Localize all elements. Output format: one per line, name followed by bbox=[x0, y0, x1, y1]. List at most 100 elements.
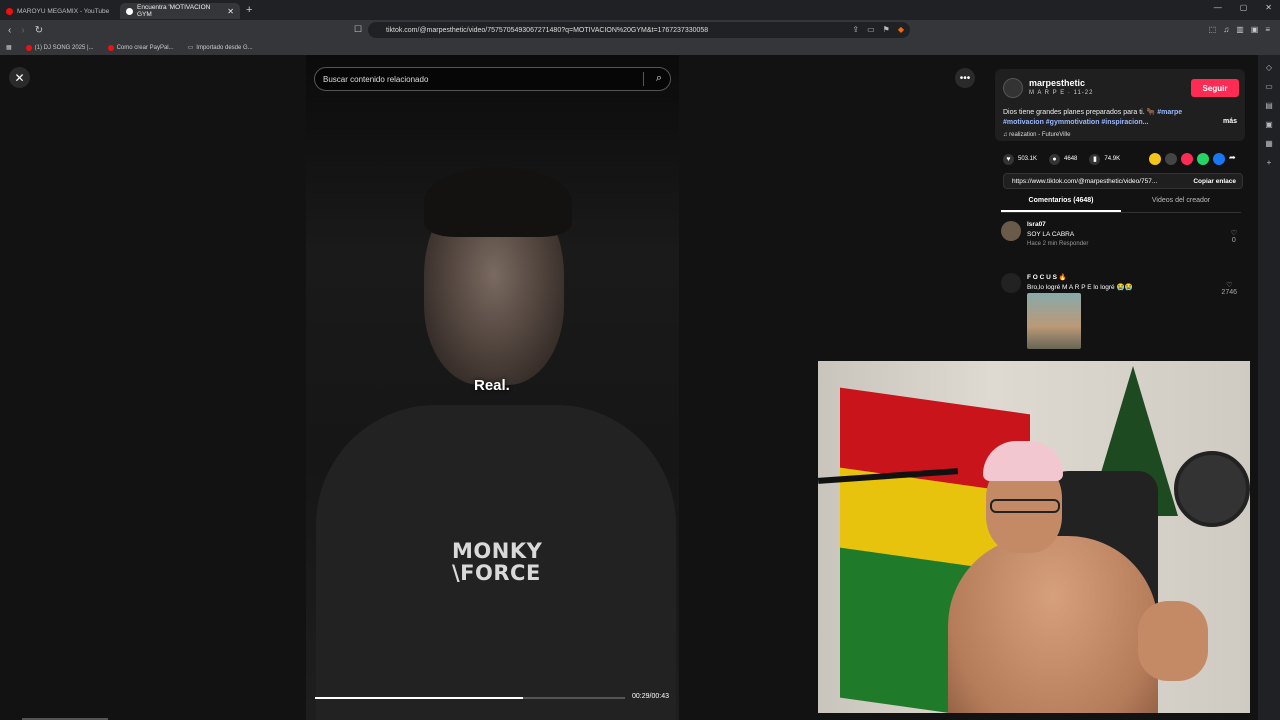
music-row[interactable]: ♫ realization - FutureVille bbox=[1003, 132, 1070, 138]
close-tab-icon[interactable]: ✕ bbox=[227, 7, 234, 16]
video-link-text: https://www.tiktok.com/@marpesthetic/vid… bbox=[1012, 177, 1158, 185]
comment-like-count: 0 bbox=[1231, 237, 1236, 244]
tab-label: MAROYU MEGAMIX - YouTube bbox=[17, 7, 110, 15]
whatsapp-icon[interactable] bbox=[1197, 153, 1209, 165]
likes-count: 503.1K bbox=[1018, 156, 1038, 162]
tab-label: Encuentra 'MOTIVACION GYM bbox=[137, 4, 211, 18]
translate-icon[interactable]: ⚑ bbox=[883, 25, 890, 34]
follow-button[interactable]: Seguir bbox=[1191, 79, 1239, 97]
close-window-button[interactable]: ✕ bbox=[1265, 3, 1272, 12]
avatar[interactable] bbox=[1001, 221, 1021, 241]
sidebar-icon[interactable]: ▤ bbox=[1265, 101, 1273, 110]
sidebar-icon[interactable]: ▣ bbox=[1265, 120, 1273, 129]
more-options-button[interactable]: ••• bbox=[955, 68, 975, 88]
comment-text: Bro,lo logré M A R P E lo logré 😭😭 bbox=[1027, 284, 1133, 291]
cast-icon[interactable]: ▭ bbox=[867, 25, 875, 34]
youtube-icon bbox=[6, 7, 13, 15]
shirt-brand-line1: MONKY bbox=[452, 539, 543, 563]
comment-like[interactable]: ♡ 0 bbox=[1231, 229, 1237, 244]
bookmark-label: (1) DJ SONG 2025 |... bbox=[34, 44, 94, 51]
youtube-icon bbox=[107, 44, 114, 51]
comment-icon[interactable]: ● bbox=[1049, 153, 1061, 165]
tab-comments[interactable]: Comentarios (4648) bbox=[1001, 197, 1121, 212]
url-text: tiktok.com/@marpesthetic/video/757570549… bbox=[386, 26, 709, 34]
bookmark-label: Como crear PayPal... bbox=[116, 44, 174, 51]
brave-shield-icon[interactable]: ◆ bbox=[898, 25, 904, 34]
add-icon[interactable]: + bbox=[1267, 158, 1272, 167]
progress-fill bbox=[315, 697, 523, 699]
address-bar[interactable]: tiktok.com/@marpesthetic/video/757570549… bbox=[368, 22, 910, 38]
bookmark-item[interactable]: Como crear PayPal... bbox=[107, 44, 174, 51]
comment-like-count: 2746 bbox=[1221, 289, 1237, 296]
coin-icon[interactable] bbox=[1149, 153, 1161, 165]
avatar[interactable] bbox=[1001, 273, 1021, 293]
facebook-icon[interactable] bbox=[1213, 153, 1225, 165]
streamer-glasses bbox=[990, 499, 1060, 513]
share-arrow-icon[interactable]: ➦ bbox=[1229, 153, 1241, 165]
tab-creator-videos[interactable]: Videos del creador bbox=[1121, 197, 1241, 212]
more-link[interactable]: más bbox=[1223, 118, 1237, 125]
close-icon: ✕ bbox=[14, 70, 25, 85]
details-panel: marpesthetic M A R P E · 11-22 Seguir Di… bbox=[995, 69, 1245, 353]
video-description: Dios tiene grandes planes preparados par… bbox=[1003, 108, 1213, 128]
search-icon[interactable]: ⌕ bbox=[656, 72, 662, 85]
back-icon[interactable]: ‹ bbox=[8, 25, 11, 36]
comment-like[interactable]: ♡ 2746 bbox=[1221, 281, 1237, 296]
webcam-overlay bbox=[818, 361, 1250, 713]
extension-icons: ⬚ ♫ ▥ ▣ ≡ bbox=[1209, 25, 1270, 34]
heart-icon[interactable]: ♥ bbox=[1003, 153, 1014, 165]
folder-icon: ▭ bbox=[187, 45, 194, 51]
sidebar-icon[interactable]: ▭ bbox=[1265, 82, 1273, 91]
comment-image[interactable] bbox=[1027, 293, 1081, 349]
apps-icon[interactable]: ▦ bbox=[6, 44, 12, 51]
bookmark-icon[interactable]: ▮ bbox=[1089, 153, 1101, 165]
menu-icon[interactable]: ≡ bbox=[1265, 25, 1270, 34]
video-time: 00:29/00:43 bbox=[632, 693, 669, 700]
video-hair-shape bbox=[424, 167, 572, 237]
avatar[interactable] bbox=[1003, 78, 1023, 98]
tiktok-icon bbox=[126, 7, 133, 15]
tab-youtube[interactable]: MAROYU MEGAMIX - YouTube bbox=[0, 3, 120, 19]
creator-username[interactable]: marpesthetic bbox=[1029, 78, 1085, 88]
creator-card: marpesthetic M A R P E · 11-22 Seguir Di… bbox=[995, 69, 1245, 141]
bookmark-label: Importado desde G... bbox=[196, 44, 253, 51]
video-progress-bar[interactable] bbox=[315, 697, 625, 699]
sidebar-icon[interactable]: ▦ bbox=[1265, 139, 1273, 148]
repost-icon[interactable] bbox=[1181, 153, 1193, 165]
bookmark-icon[interactable]: ☐ bbox=[354, 24, 362, 35]
comment-tabs: Comentarios (4648) Videos del creador bbox=[1001, 197, 1241, 213]
video-player[interactable]: Real. MONKY \FORCE bbox=[306, 55, 679, 720]
bookmark-item[interactable]: (1) DJ SONG 2025 |... bbox=[25, 44, 94, 51]
forward-icon[interactable]: › bbox=[21, 25, 24, 36]
music-note-icon: ♫ bbox=[1003, 132, 1008, 138]
comment-username[interactable]: F O C U S 🔥 bbox=[1027, 273, 1067, 281]
comment-item: F O C U S 🔥 Bro,lo logré M A R P E lo lo… bbox=[1001, 273, 1241, 353]
close-video-button[interactable]: ✕ bbox=[9, 67, 30, 88]
search-divider bbox=[643, 72, 644, 86]
share-buttons: ➦ bbox=[1149, 153, 1241, 165]
minimize-button[interactable]: — bbox=[1214, 3, 1222, 12]
sidebar-icon[interactable]: ▥ bbox=[1236, 25, 1244, 34]
embed-icon[interactable] bbox=[1165, 153, 1177, 165]
nav-buttons: ‹ › ↻ bbox=[8, 25, 43, 36]
tab-tiktok[interactable]: Encuentra 'MOTIVACION GYM ✕ bbox=[120, 3, 240, 19]
comments-count: 4648 bbox=[1064, 156, 1078, 162]
maximize-button[interactable]: ▢ bbox=[1240, 3, 1248, 12]
description-text: Dios tiene grandes planes preparados par… bbox=[1003, 109, 1156, 116]
video-caption: Real. bbox=[474, 377, 510, 394]
shirt-brand-line2: \FORCE bbox=[452, 561, 541, 585]
bookmark-item[interactable]: ▭ Importado desde G... bbox=[187, 44, 253, 52]
copy-link-button[interactable]: Copiar enlace bbox=[1193, 178, 1236, 185]
bookmarks-bar: ▦ (1) DJ SONG 2025 |... Como crear PayPa… bbox=[0, 40, 1280, 55]
extension-icon[interactable]: ⬚ bbox=[1209, 25, 1217, 34]
browser-sidebar: ◇ ▭ ▤ ▣ ▦ + bbox=[1258, 55, 1280, 720]
sidebar-icon[interactable]: ◇ bbox=[1266, 63, 1272, 72]
related-search-input[interactable]: Buscar contenido relacionado ⌕ bbox=[314, 67, 671, 91]
share-icon[interactable]: ⇪ bbox=[852, 25, 859, 34]
music-icon[interactable]: ♫ bbox=[1223, 25, 1229, 34]
reload-icon[interactable]: ↻ bbox=[35, 25, 43, 36]
comment-username[interactable]: Isra07 bbox=[1027, 221, 1046, 228]
new-tab-button[interactable]: + bbox=[246, 4, 252, 16]
comment-meta[interactable]: Hace 2 min Responder bbox=[1027, 241, 1088, 247]
wallet-icon[interactable]: ▣ bbox=[1251, 25, 1259, 34]
